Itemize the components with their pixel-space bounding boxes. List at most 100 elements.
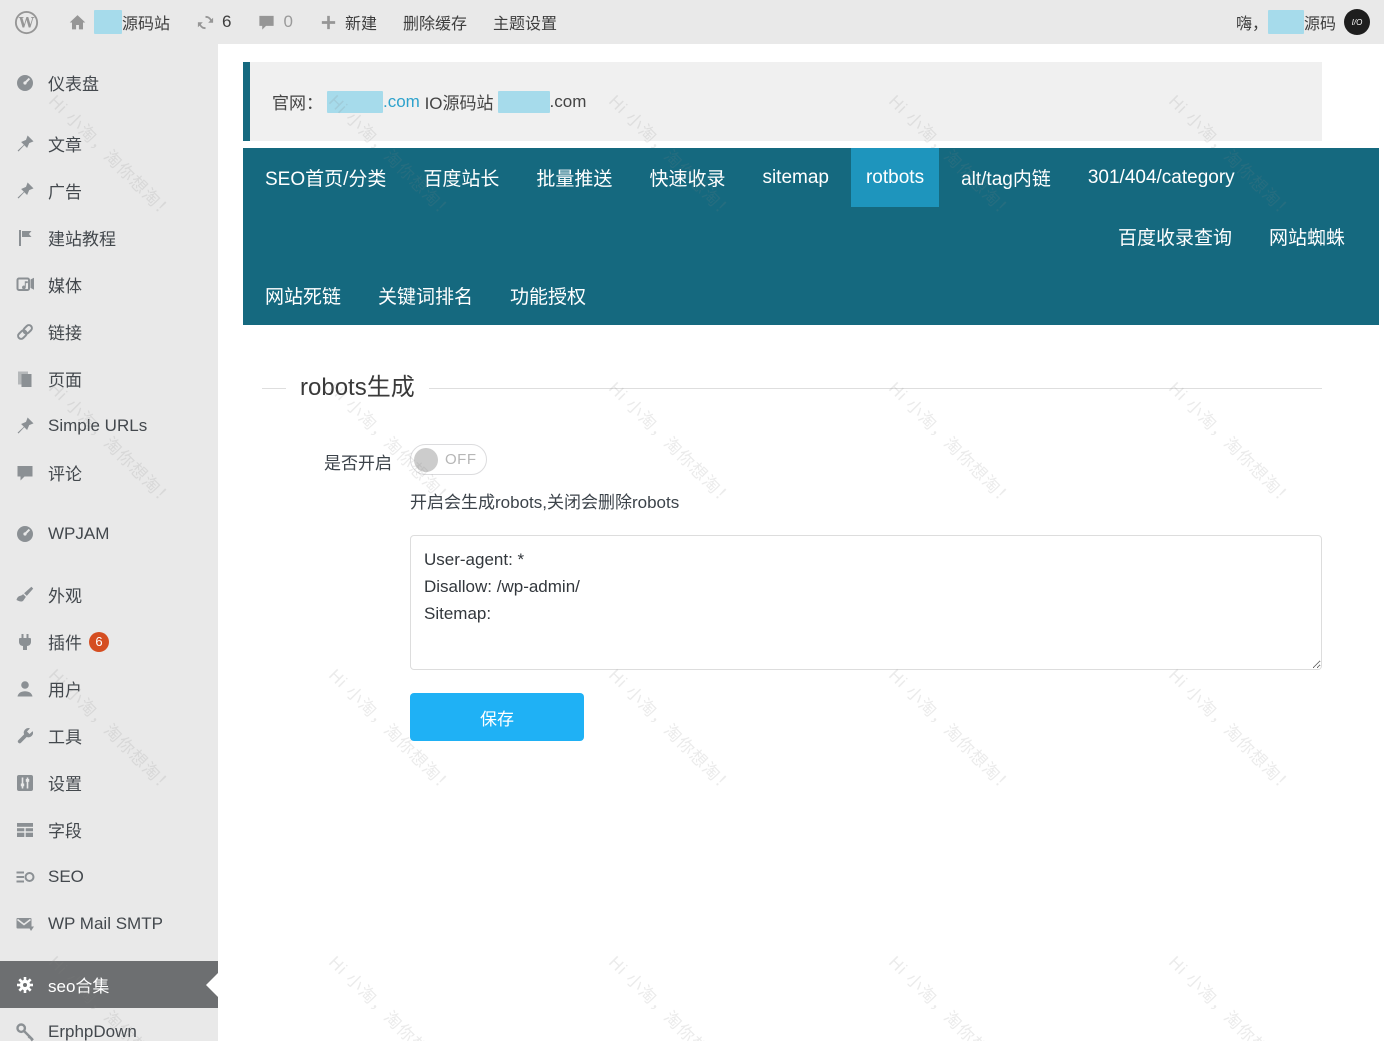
nav-row-3: 网站死链关键词排名功能授权 (243, 266, 1379, 325)
sidebar-item-simple-urls[interactable]: Simple URLs (0, 402, 218, 449)
sidebar-item-ads[interactable]: 广告 (0, 167, 218, 214)
toggle-knob (414, 448, 438, 472)
home-icon (68, 13, 87, 32)
seo-tabs-nav: SEO首页/分类百度站长批量推送快速收录sitemaprotbotsalt/ta… (243, 148, 1379, 325)
page-title: robots生成 (300, 373, 415, 403)
brush-icon (15, 585, 35, 605)
sidebar-item-wp-mail-smtp[interactable]: WP Mail SMTP (0, 900, 218, 947)
new-content-menu[interactable]: 新建 (319, 10, 377, 34)
nav-row-1: SEO首页/分类百度站长批量推送快速收录sitemaprotbotsalt/ta… (243, 148, 1379, 207)
sidebar-item-erphpdown[interactable]: ErphpDown (0, 1008, 218, 1055)
theme-settings-button[interactable]: 主题设置 (493, 10, 557, 34)
sidebar-item-appearance[interactable]: 外观 (0, 571, 218, 618)
heading-left-rule (262, 388, 286, 389)
wrench-icon (15, 726, 35, 746)
visit-site-link[interactable]: 源码站 (68, 10, 170, 34)
tab-baidu-webmaster[interactable]: 百度站长 (408, 148, 514, 207)
sidebar-item-media[interactable]: 媒体 (0, 261, 218, 308)
wordpress-menu[interactable]: W (14, 10, 46, 35)
notice-suffix: .com (550, 92, 587, 112)
main-content: 官网： .com IO源码站 .com SEO首页/分类百度站长批量推送快速收录… (218, 44, 1384, 1041)
tab-baidu-index-query[interactable]: 百度收录查询 (1103, 207, 1247, 266)
sidebar-item-seo[interactable]: SEO (0, 853, 218, 900)
avatar: I/O (1344, 9, 1370, 35)
user-icon (15, 679, 35, 699)
updates-indicator[interactable]: 6 (196, 12, 231, 32)
toggle-state: OFF (445, 451, 477, 468)
sidebar-item-label: 建站教程 (48, 225, 116, 250)
sidebar-item-label: SEO (48, 867, 84, 887)
official-site-link[interactable]: .com (383, 92, 420, 112)
tab-robots[interactable]: rotbots (851, 148, 939, 207)
sidebar-item-users[interactable]: 用户 (0, 665, 218, 712)
tab-dead-links[interactable]: 网站死链 (250, 266, 356, 325)
table-icon (15, 820, 35, 840)
plugin-icon (15, 632, 35, 652)
tab-301-404-category[interactable]: 301/404/category (1073, 148, 1250, 207)
sidebar-menu: 仪表盘文章广告建站教程媒体链接页面 Simple URLs评论 WPJAM 外观插件6… (0, 44, 218, 1055)
sidebar-item-label: 工具 (48, 723, 82, 748)
sidebar-item-label: 设置 (48, 770, 82, 795)
sidebar-item-tools[interactable]: 工具 (0, 712, 218, 759)
gear-icon (15, 975, 35, 995)
tab-batch-push[interactable]: 批量推送 (521, 148, 627, 207)
account-menu[interactable]: 嗨， 源码 I/O (1236, 9, 1370, 35)
sidebar-item-seo-collection[interactable]: seo合集 (0, 961, 218, 1008)
pin-icon (15, 134, 35, 154)
tab-seo-home-category[interactable]: SEO首页/分类 (250, 148, 401, 207)
svg-text:W: W (18, 15, 35, 31)
plus-icon (319, 13, 338, 32)
sidebar-item-label: ErphpDown (48, 1022, 137, 1042)
notice-middle: IO源码站 (420, 89, 494, 114)
sidebar-item-posts[interactable]: 文章 (0, 120, 218, 167)
sidebar-item-site-tutorials[interactable]: 建站教程 (0, 214, 218, 261)
tab-keyword-ranking[interactable]: 关键词排名 (363, 266, 488, 325)
sidebar-item-dashboard[interactable]: 仪表盘 (0, 59, 218, 106)
sidebar-item-label: 字段 (48, 817, 82, 842)
toggle-label: 是否开启 (243, 444, 392, 741)
new-label: 新建 (345, 10, 377, 34)
sidebar-item-comments[interactable]: 评论 (0, 449, 218, 496)
refresh-icon (196, 13, 215, 32)
redacted-domain-1 (327, 91, 383, 113)
username: 源码 (1304, 10, 1336, 34)
comment-icon (15, 463, 35, 483)
theme-settings-label: 主题设置 (493, 10, 557, 34)
tab-feature-license[interactable]: 功能授权 (495, 266, 601, 325)
tab-sitemap[interactable]: sitemap (747, 148, 844, 207)
dashboard-icon (15, 73, 35, 93)
admin-sidebar: 仪表盘文章广告建站教程媒体链接页面 Simple URLs评论 WPJAM 外观插件6… (0, 44, 218, 1041)
sidebar-item-label: 链接 (48, 319, 82, 344)
pin-icon (15, 181, 35, 201)
comment-bubble-icon (257, 13, 276, 32)
sliders-icon (15, 773, 35, 793)
sidebar-item-label: 用户 (48, 676, 82, 701)
updates-count: 6 (222, 12, 231, 32)
sidebar-item-plugins[interactable]: 插件6 (0, 618, 218, 665)
tab-alt-tag-internal-links[interactable]: alt/tag内链 (946, 148, 1066, 207)
heading-right-rule (429, 388, 1322, 389)
sidebar-item-links[interactable]: 链接 (0, 308, 218, 355)
tab-site-spider[interactable]: 网站蜘蛛 (1254, 207, 1360, 266)
redacted-domain-2 (498, 91, 550, 113)
sidebar-item-pages[interactable]: 页面 (0, 355, 218, 402)
robots-content-textarea[interactable]: User-agent: * Disallow: /wp-admin/ Sitem… (410, 535, 1322, 670)
clear-cache-label: 删除缓存 (403, 10, 467, 34)
sidebar-item-label: 文章 (48, 131, 82, 156)
save-button[interactable]: 保存 (410, 693, 584, 741)
redacted-site-prefix (94, 10, 122, 34)
clear-cache-button[interactable]: 删除缓存 (403, 10, 467, 34)
sidebar-item-settings[interactable]: 设置 (0, 759, 218, 806)
sidebar-item-label: seo合集 (48, 972, 109, 997)
sidebar-item-wpjam[interactable]: WPJAM (0, 510, 218, 557)
sidebar-item-label: WPJAM (48, 524, 109, 544)
enable-toggle[interactable]: OFF (410, 444, 487, 475)
sidebar-item-fields[interactable]: 字段 (0, 806, 218, 853)
comments-indicator[interactable]: 0 (257, 12, 292, 32)
section-heading: robots生成 (262, 373, 1322, 403)
tab-fast-indexing[interactable]: 快速收录 (634, 148, 740, 207)
site-name: 源码站 (122, 10, 170, 34)
current-menu-arrow (206, 973, 218, 997)
sidebar-item-label: 页面 (48, 366, 82, 391)
link-icon (15, 322, 35, 342)
